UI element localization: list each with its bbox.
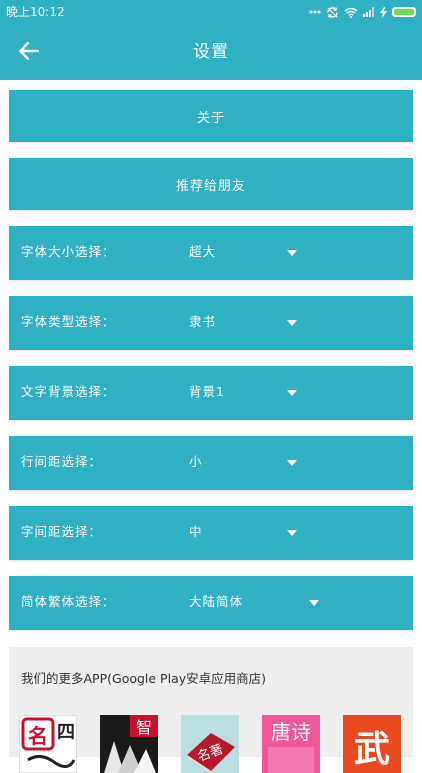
app-bar: 设置 — [0, 25, 422, 80]
letter-spacing-label: 字间距选择： — [21, 524, 103, 539]
text-background-value: 背景1 — [189, 384, 225, 399]
about-button[interactable]: 关于 — [9, 90, 413, 142]
font-size-label: 字体大小选择： — [21, 244, 116, 259]
mingyan-app-glyph-1: 名 — [28, 724, 48, 748]
simplified-traditional-value: 大陆简体 — [189, 594, 244, 609]
dropdown-arrow-icon — [287, 530, 297, 536]
simplified-traditional-label: 简体繁体选择： — [21, 594, 116, 609]
text-background-label: 文字背景选择： — [21, 384, 116, 399]
zhi-app-icon[interactable]: 智 — [100, 715, 158, 773]
dropdown-arrow-icon — [287, 460, 297, 466]
line-spacing-select[interactable]: 小 — [185, 446, 325, 480]
wifi-icon — [344, 7, 358, 18]
mingyan-app-icon[interactable]: 名 四 — [19, 715, 77, 773]
status-icons — [309, 4, 416, 20]
line-spacing-row: 行间距选择： 小 — [9, 436, 413, 490]
letter-spacing-value: 中 — [189, 524, 203, 539]
dropdown-arrow-icon — [287, 390, 297, 396]
dropdown-arrow-icon — [309, 600, 319, 606]
more-dots-icon — [309, 10, 321, 14]
text-background-select[interactable]: 背景1 — [185, 376, 325, 410]
status-bar: 晚上10:12 — [0, 0, 422, 25]
charging-icon — [380, 6, 387, 18]
font-type-value: 隶书 — [189, 314, 217, 329]
line-spacing-value: 小 — [189, 454, 203, 469]
font-size-value: 超大 — [189, 244, 217, 259]
signal-icon — [363, 7, 375, 17]
letter-spacing-select[interactable]: 中 — [185, 516, 325, 550]
more-apps-title: 我们的更多APP(Google Play安卓应用商店) — [21, 671, 267, 686]
font-type-select[interactable]: 隶书 — [185, 306, 325, 340]
simplified-traditional-row: 简体繁体选择： 大陆简体 — [9, 576, 413, 630]
letter-spacing-row: 字间距选择： 中 — [9, 506, 413, 560]
font-type-row: 字体类型选择： 隶书 — [9, 296, 413, 350]
recommend-to-friends-button[interactable]: 推荐给朋友 — [9, 158, 413, 210]
dropdown-arrow-icon — [287, 250, 297, 256]
wu-app-glyph: 武 — [354, 728, 390, 770]
mingyan-app-glyph-2: 四 — [57, 722, 75, 743]
mingzhu-app-icon[interactable]: 名著 — [181, 715, 239, 773]
text-background-row: 文字背景选择： 背景1 — [9, 366, 413, 420]
font-size-row: 字体大小选择： 超大 — [9, 226, 413, 280]
tangshi-app-icon[interactable]: 唐诗 — [262, 715, 320, 773]
dropdown-arrow-icon — [287, 320, 297, 326]
simplified-traditional-select[interactable]: 大陆简体 — [185, 586, 325, 620]
battery-icon — [392, 7, 416, 17]
wu-app-icon[interactable]: 武 — [343, 715, 401, 773]
zhi-app-glyph: 智 — [136, 718, 152, 737]
status-time: 晚上10:12 — [6, 5, 65, 19]
tangshi-app-glyph: 唐诗 — [271, 720, 311, 744]
line-spacing-label: 行间距选择： — [21, 454, 103, 469]
sync-icon — [326, 6, 339, 19]
font-type-label: 字体类型选择： — [21, 314, 116, 329]
font-size-select[interactable]: 超大 — [185, 236, 325, 270]
page-title: 设置 — [193, 42, 229, 62]
more-apps-panel: 我们的更多APP(Google Play安卓应用商店) 名 四 智 名著 唐诗 — [9, 647, 413, 773]
